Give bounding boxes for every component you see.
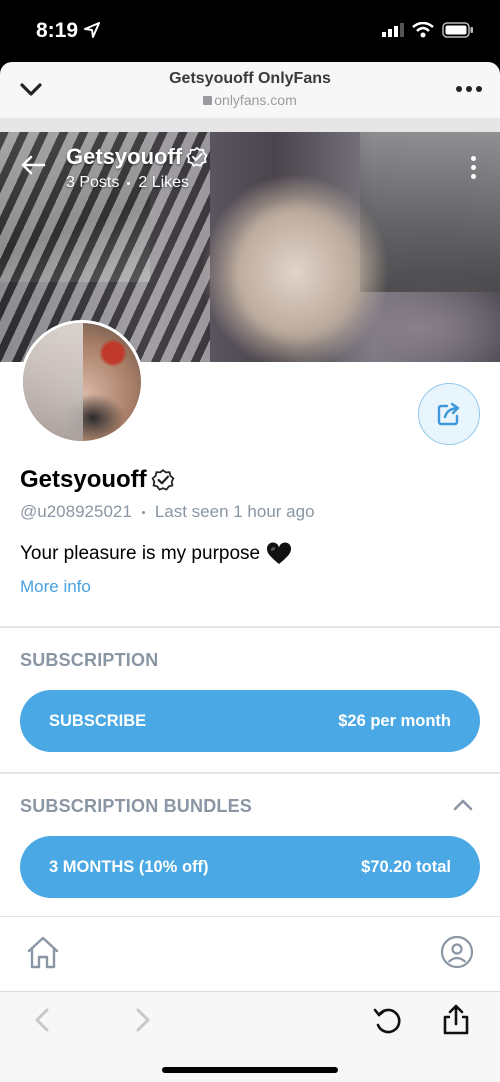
kebab-icon[interactable] (471, 156, 476, 179)
home-icon[interactable] (24, 934, 62, 972)
share-upload-icon[interactable] (441, 1004, 471, 1036)
forward-icon[interactable] (133, 1007, 153, 1033)
profile-name: Getsyouoff (20, 466, 175, 494)
verified-icon (186, 146, 208, 167)
more-icon[interactable] (456, 86, 482, 92)
profile-handle: @u208925021 (20, 502, 132, 521)
browser-url: onlyfans.com (0, 92, 500, 108)
battery-icon (442, 22, 473, 38)
browser-toolbar (0, 991, 500, 1082)
share-icon (437, 402, 460, 426)
back-icon[interactable] (32, 1007, 52, 1033)
wifi-icon (412, 22, 434, 38)
chevron-up-icon[interactable] (452, 797, 474, 813)
black-heart-icon (267, 542, 292, 564)
bio-text: Your pleasure is my purpose (20, 543, 261, 564)
posts-count[interactable]: 3 Posts (66, 174, 119, 192)
cover-stats: 3 Posts 2 Likes (66, 174, 189, 192)
profile-icon[interactable] (440, 935, 474, 969)
last-seen: Last seen 1 hour ago (154, 502, 315, 521)
profile-name-text: Getsyouoff (20, 466, 147, 493)
location-arrow-icon (84, 22, 100, 38)
divider (0, 626, 500, 628)
bundles-title: SUBSCRIPTION BUNDLES (20, 796, 253, 816)
tab-bar (0, 917, 500, 991)
more-info-link[interactable]: More info (20, 577, 91, 597)
cover-name: Getsyouoff (66, 144, 208, 170)
divider (0, 772, 500, 774)
subscribe-price: $26 per month (338, 711, 451, 730)
reload-icon[interactable] (372, 1005, 404, 1037)
cover-name-text: Getsyouoff (66, 144, 183, 169)
browser-url-text: onlyfans.com (214, 92, 297, 108)
signal-icon (382, 23, 404, 37)
bundle-price: $70.20 total (361, 857, 451, 876)
bundle-label: 3 MONTHS (10% off) (49, 857, 209, 876)
status-time: 8:19 (36, 19, 79, 42)
back-arrow-icon[interactable] (20, 154, 46, 176)
browser-header: Getsyouoff OnlyFans onlyfans.com (0, 62, 500, 118)
home-indicator (162, 1067, 338, 1073)
subscribe-button[interactable]: SUBSCRIBE $26 per month (20, 690, 480, 752)
status-bar: 8:19 (0, 0, 500, 62)
subscription-title: SUBSCRIPTION (20, 650, 159, 670)
bundle-button[interactable]: 3 MONTHS (10% off) $70.20 total (20, 836, 480, 898)
profile-meta: @u208925021 Last seen 1 hour ago (20, 502, 315, 522)
verified-icon (151, 469, 175, 491)
browser-title: Getsyouoff OnlyFans (169, 70, 331, 87)
share-button[interactable] (418, 383, 480, 445)
status-icons (382, 22, 474, 38)
lock-icon (203, 96, 213, 105)
profile-bio: Your pleasure is my purpose (20, 542, 292, 566)
avatar[interactable] (20, 320, 144, 444)
subscribe-label: SUBSCRIBE (49, 711, 147, 730)
likes-count[interactable]: 2 Likes (138, 174, 189, 192)
